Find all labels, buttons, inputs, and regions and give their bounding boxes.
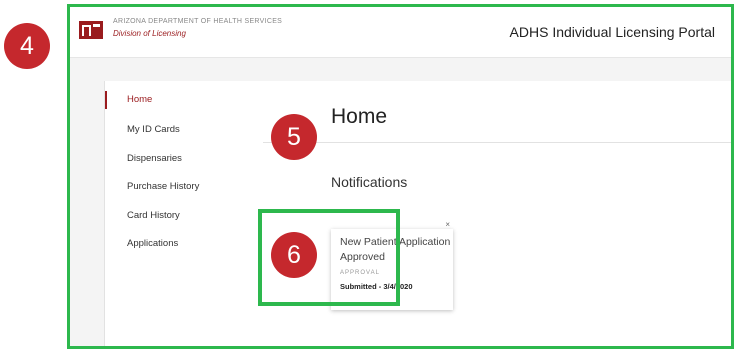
sidebar-item-dispensaries[interactable]: Dispensaries [105,150,182,168]
division-name: Division of Licensing [113,29,186,38]
content-area: Home My ID Cards Dispensaries Purchase H… [70,58,731,346]
sidebar-item-purchase-history[interactable]: Purchase History [105,178,199,196]
sidebar-item-card-history[interactable]: Card History [105,207,180,225]
agency-name: ARIZONA DEPARTMENT OF HEALTH SERVICES [113,18,283,25]
portal-header: ARIZONA DEPARTMENT OF HEALTH SERVICES Di… [70,7,731,58]
active-indicator [105,91,107,109]
sidebar-item-label: Purchase History [127,181,200,192]
sidebar-item-label: Applications [127,238,179,249]
portal-window: ARIZONA DEPARTMENT OF HEALTH SERVICES Di… [67,4,734,349]
sidebar: Home My ID Cards Dispensaries Purchase H… [104,81,264,346]
callout-badge-4: 4 [4,23,50,69]
sidebar-item-applications[interactable]: Applications [105,235,178,253]
sidebar-item-label: My ID Cards [127,124,180,135]
notifications-heading: Notifications [331,174,408,190]
adhs-logo-icon [79,21,103,39]
sidebar-item-my-id-cards[interactable]: My ID Cards [105,121,180,139]
callout-badge-5: 5 [271,114,317,160]
page-title: Home [331,105,388,128]
sidebar-item-label: Card History [127,210,180,221]
sidebar-item-label: Dispensaries [127,153,182,164]
close-icon[interactable]: × [445,220,450,229]
callout-badge-6: 6 [271,232,317,278]
portal-title: ADHS Individual Licensing Portal [509,24,715,40]
sidebar-item-home[interactable]: Home [105,91,152,109]
divider [263,142,731,143]
sidebar-item-label: Home [127,94,153,105]
